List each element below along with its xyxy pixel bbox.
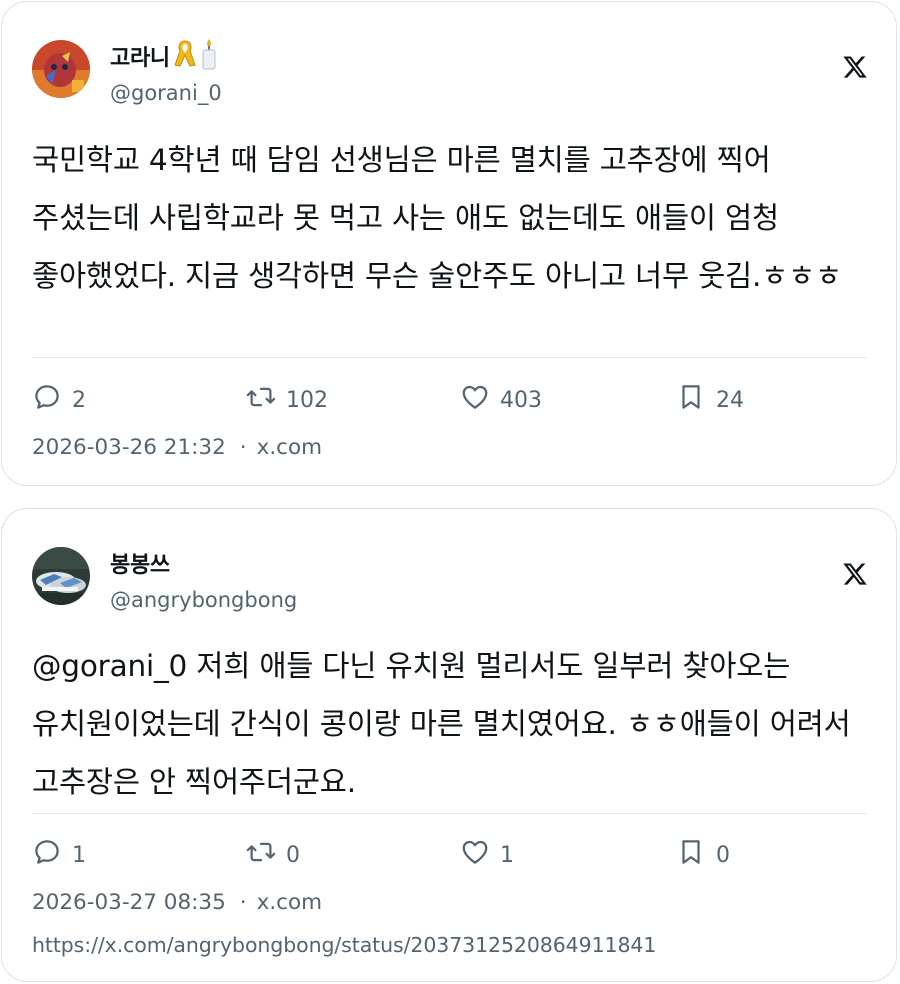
action-bar: 1 0 1 0 [32,837,866,873]
source-link[interactable]: x.com [257,890,322,915]
tweet-text: @gorani_0 저희 애들 다닌 유치원 멀리서도 일부러 찾아오는 유치원… [32,649,851,799]
tweet-meta: 2026-03-26 21:32 · x.com [32,435,322,460]
source-link[interactable]: x.com [257,435,322,460]
candle-icon [200,38,218,74]
reply-icon [32,382,62,418]
repost-button[interactable]: 102 [246,382,328,418]
repost-count: 102 [286,387,328,413]
tweet-text: 국민학교 4학년 때 담임 선생님은 마른 멸치를 고추장에 찍어 주셨는데 사… [32,143,842,293]
author-handle[interactable]: @angrybongbong [110,588,297,612]
tweet-meta: 2026-03-27 08:35 · x.com [32,890,322,915]
separator-dot: · [239,890,247,915]
like-count: 403 [500,387,542,413]
repost-icon [246,837,276,873]
bookmark-button[interactable]: 24 [676,382,744,418]
divider [32,357,866,358]
repost-icon [246,382,276,418]
heart-icon [460,382,490,418]
display-name[interactable]: 고라니 [110,40,170,72]
avatar[interactable] [32,40,90,98]
display-name[interactable]: 봉봉쓰 [110,547,170,579]
reply-count: 2 [72,387,86,413]
bookmark-count: 0 [716,842,730,868]
avatar[interactable] [32,547,90,605]
divider [32,813,866,814]
heart-icon [460,837,490,873]
reply-button[interactable]: 2 [32,382,86,418]
tweet-card[interactable]: 봉봉쓰 @angrybongbong @gorani_0 저희 애들 다닌 유치… [1,508,897,982]
author-name-row[interactable]: 고라니 [110,39,218,73]
reply-count: 1 [72,842,86,868]
ribbon-icon [172,39,198,73]
repost-count: 0 [286,842,300,868]
separator-dot: · [239,435,247,460]
reply-icon [32,837,62,873]
like-button[interactable]: 1 [460,837,514,873]
tweet-card[interactable]: 고라니 @gorani_0 국민학교 4학년 때 담임 선생님은 마른 멸치를 … [1,1,897,486]
bookmark-count: 24 [716,387,744,413]
author-name-row[interactable]: 봉봉쓰 [110,546,170,580]
bookmark-icon [676,837,706,873]
repost-button[interactable]: 0 [246,837,300,873]
timestamp[interactable]: 2026-03-27 08:35 [32,890,226,915]
reply-button[interactable]: 1 [32,837,86,873]
like-button[interactable]: 403 [460,382,542,418]
author-handle[interactable]: @gorani_0 [110,81,222,105]
like-count: 1 [500,842,514,868]
bookmark-icon [676,382,706,418]
tweet-url-link[interactable]: https://x.com/angrybongbong/status/20373… [32,933,656,957]
x-logo-icon[interactable] [842,561,868,587]
timestamp[interactable]: 2026-03-26 21:32 [32,435,226,460]
x-logo-icon[interactable] [842,54,868,80]
bookmark-button[interactable]: 0 [676,837,730,873]
action-bar: 2 102 403 24 [32,382,866,418]
